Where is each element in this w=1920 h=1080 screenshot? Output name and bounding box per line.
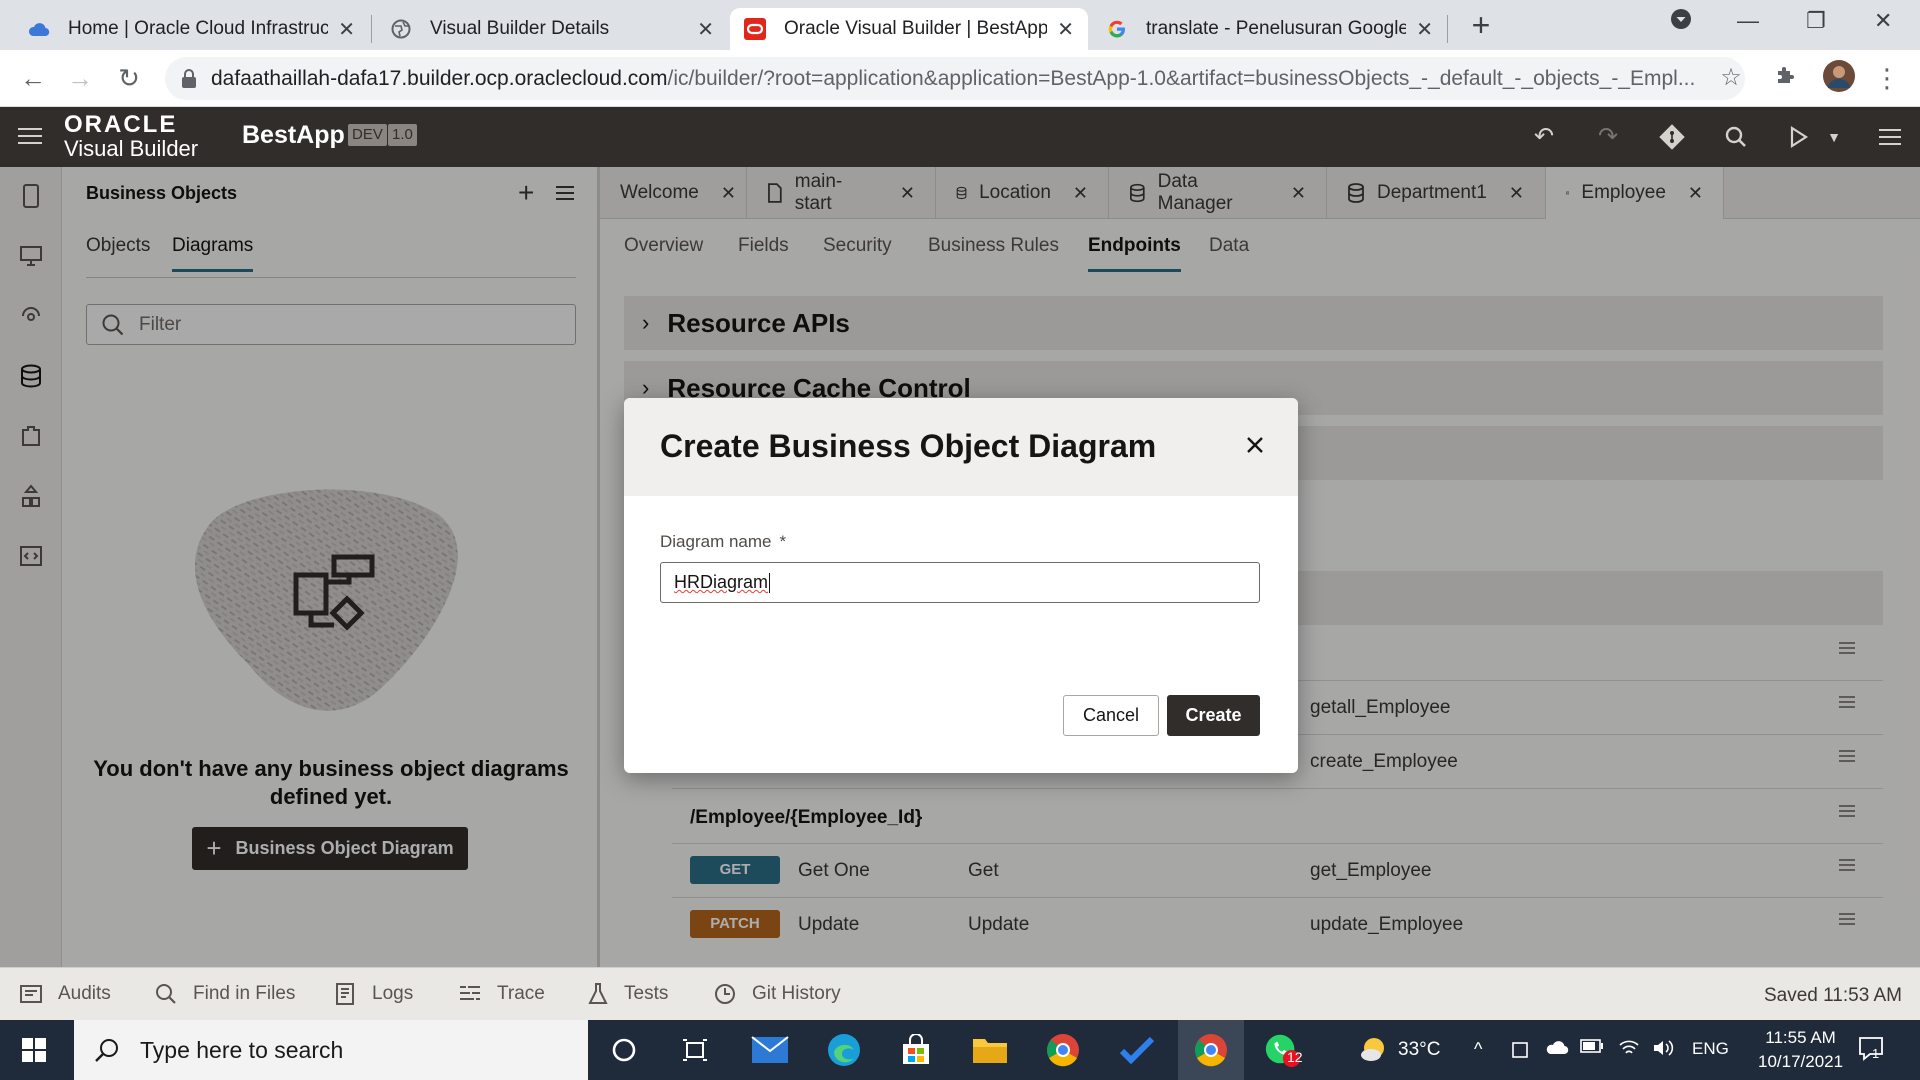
search-icon[interactable]: [1722, 123, 1750, 151]
cancel-button[interactable]: Cancel: [1063, 695, 1159, 736]
vb-footer: Audits Find in Files Logs Trace Tests Gi…: [0, 967, 1920, 1020]
taskbar-search-input[interactable]: Type here to search: [74, 1020, 588, 1080]
address-bar-row: ← → ↻ dafaathaillah-dafa17.builder.ocp.o…: [0, 50, 1920, 107]
whatsapp-badge: 12: [1287, 1049, 1303, 1065]
restore-icon[interactable]: ❐: [1806, 8, 1826, 34]
whatsapp-icon[interactable]: 12: [1263, 1032, 1303, 1068]
trace-icon: [460, 986, 480, 1000]
redo-icon[interactable]: ↷: [1594, 123, 1622, 151]
meet-now-icon[interactable]: [1510, 1039, 1532, 1061]
create-diagram-dialog: Create Business Object Diagram Diagram n…: [624, 398, 1298, 773]
forward-arrow-icon[interactable]: →: [65, 64, 95, 92]
footer-git-history[interactable]: Git History: [714, 983, 841, 1005]
windows-start-icon[interactable]: [22, 1038, 46, 1062]
profile-avatar[interactable]: [1823, 60, 1855, 92]
footer-audits[interactable]: Audits: [20, 983, 111, 1005]
window-close-icon[interactable]: ✕: [1874, 8, 1892, 34]
saved-status: Saved 11:53 AM: [1763, 985, 1902, 1006]
browser-menu-icon[interactable]: ⋮: [1872, 64, 1902, 92]
close-icon[interactable]: ✕: [1416, 17, 1433, 42]
footer-trace[interactable]: Trace: [459, 983, 545, 1005]
undo-icon[interactable]: ↶: [1530, 123, 1558, 151]
new-tab-button[interactable]: +: [1465, 9, 1497, 41]
todo-icon[interactable]: [1118, 1032, 1156, 1068]
cloud-icon: [28, 18, 50, 40]
footer-tests[interactable]: Tests: [588, 983, 668, 1005]
battery-icon[interactable]: [1580, 1039, 1604, 1053]
version-badge: 1.0: [388, 124, 417, 146]
lock-icon: [182, 68, 196, 88]
tray-chevron-up-icon[interactable]: ^: [1474, 1039, 1482, 1060]
mail-icon[interactable]: [751, 1032, 789, 1068]
reload-icon[interactable]: ↻: [114, 64, 144, 92]
app-name[interactable]: BestApp: [242, 121, 345, 150]
browser-tab-google-translate[interactable]: translate - Penelusuran Google ✕: [1092, 8, 1447, 50]
minimize-icon[interactable]: —: [1737, 8, 1759, 34]
edge-icon[interactable]: [825, 1032, 863, 1068]
google-icon: [1106, 18, 1128, 40]
search-icon: [156, 984, 176, 1004]
close-icon[interactable]: ✕: [697, 17, 714, 42]
search-icon: [95, 1039, 118, 1062]
windows-taskbar: Type here to search 12 33°C ^ ENG 11:55 …: [0, 1020, 1920, 1080]
dialog-title: Create Business Object Diagram: [660, 428, 1157, 464]
weather-temp[interactable]: 33°C: [1398, 1039, 1440, 1061]
tab-search-icon[interactable]: [1670, 8, 1692, 30]
browser-tab-vb-details[interactable]: Visual Builder Details ✕: [376, 8, 728, 50]
audits-icon: [20, 985, 42, 1003]
close-icon[interactable]: ✕: [1057, 17, 1074, 42]
wifi-icon[interactable]: [1618, 1039, 1640, 1057]
create-button[interactable]: Create: [1167, 695, 1260, 736]
logs-icon: [336, 983, 354, 1005]
close-icon[interactable]: [1244, 434, 1266, 456]
options-menu-icon[interactable]: [1876, 123, 1904, 151]
chrome-active-icon[interactable]: [1178, 1020, 1244, 1080]
footer-logs[interactable]: Logs: [336, 983, 413, 1005]
globe-icon: [390, 18, 412, 40]
required-mark: *: [779, 532, 787, 551]
flask-icon: [588, 983, 608, 1004]
vb-header: ORACLE Visual Builder BestApp DEV 1.0 ↶ …: [0, 107, 1920, 167]
extensions-puzzle-icon[interactable]: [1775, 64, 1805, 86]
notification-icon[interactable]: 1: [1858, 1036, 1886, 1062]
oracle-visual-builder-logo: ORACLE Visual Builder: [64, 111, 199, 161]
back-arrow-icon[interactable]: ←: [18, 64, 48, 92]
env-badge: DEV: [348, 124, 387, 146]
diagram-name-label: Diagram name *: [660, 532, 787, 551]
chrome-icon[interactable]: [1044, 1032, 1082, 1068]
taskbar-clock[interactable]: 11:55 AM 10/17/2021: [1758, 1026, 1843, 1074]
volume-icon[interactable]: [1652, 1039, 1674, 1057]
weather-icon[interactable]: [1355, 1032, 1393, 1068]
onedrive-cloud-icon[interactable]: [1545, 1039, 1569, 1055]
footer-find-in-files[interactable]: Find in Files: [155, 983, 295, 1005]
task-view-icon[interactable]: [676, 1032, 714, 1068]
bookmark-star-icon[interactable]: ☆: [1716, 64, 1746, 92]
clock-icon: [715, 984, 735, 1004]
browser-tab-oci-home[interactable]: Home | Oracle Cloud Infrastructu ✕: [14, 8, 369, 50]
git-icon[interactable]: [1658, 123, 1686, 151]
cortana-icon[interactable]: [605, 1032, 643, 1068]
browser-tab-vb-bestapp[interactable]: Oracle Visual Builder | BestApp-1 ✕: [730, 8, 1088, 50]
run-dropdown-icon[interactable]: ▼: [1820, 123, 1848, 151]
store-icon[interactable]: [897, 1032, 935, 1068]
dialog-header: Create Business Object Diagram: [624, 398, 1298, 496]
oracle-icon: [744, 18, 766, 40]
run-play-icon[interactable]: [1784, 123, 1812, 151]
browser-tab-strip: Home | Oracle Cloud Infrastructu ✕ Visua…: [0, 0, 1920, 50]
url-field[interactable]: dafaathaillah-dafa17.builder.ocp.oraclec…: [165, 57, 1745, 100]
close-icon[interactable]: ✕: [338, 17, 355, 42]
language-indicator[interactable]: ENG: [1692, 1039, 1729, 1059]
diagram-name-input[interactable]: HRDiagram: [660, 562, 1260, 603]
file-explorer-icon[interactable]: [971, 1032, 1009, 1068]
hamburger-menu-icon[interactable]: [18, 127, 42, 145]
